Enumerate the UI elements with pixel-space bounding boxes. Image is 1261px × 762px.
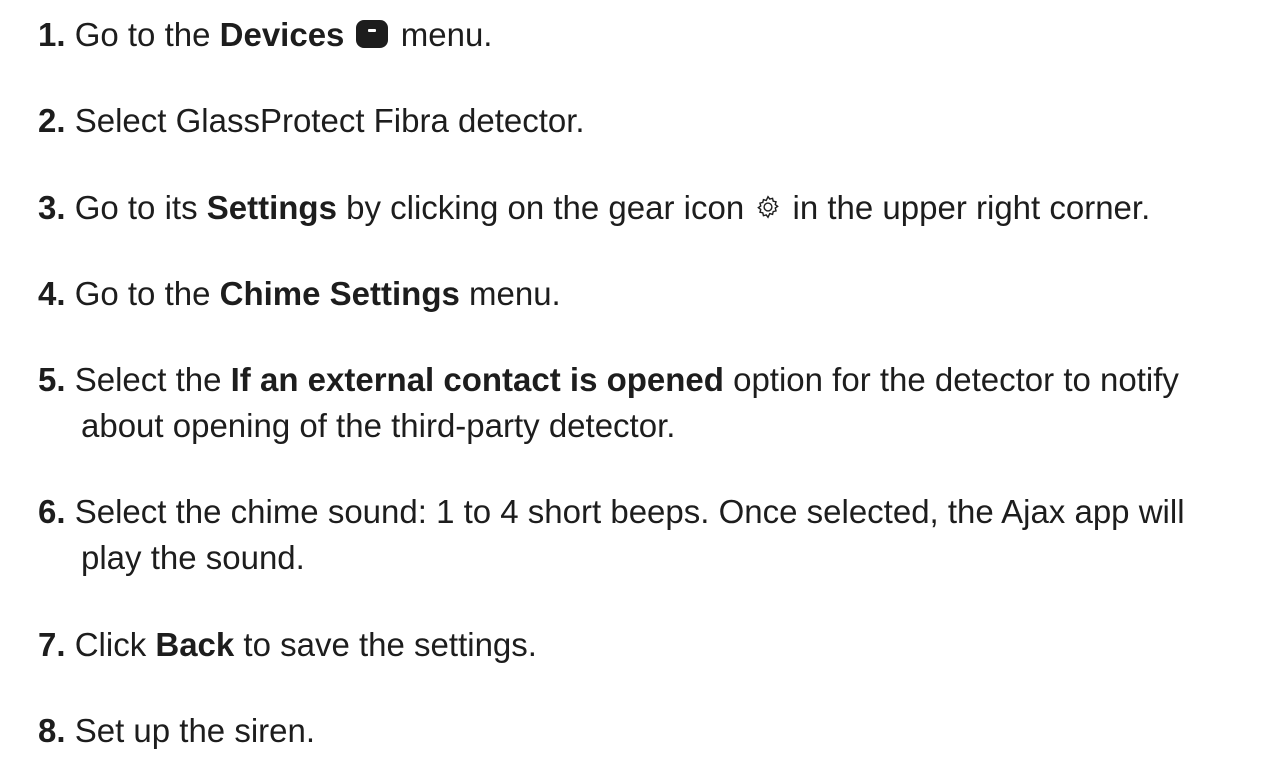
gear-icon — [757, 195, 780, 219]
external-contact-option-label: If an external contact is opened — [230, 361, 724, 398]
step-1: 1. Go to the Devices menu. — [38, 12, 1241, 58]
step-text: Select the — [74, 361, 231, 398]
devices-icon — [355, 20, 388, 48]
step-5: 5. Select the If an external contact is … — [38, 357, 1241, 449]
step-text: Set up the siren. — [74, 712, 316, 749]
step-text-continued: about opening of the third-party detecto… — [81, 407, 676, 444]
step-text: by clicking on the gear icon — [336, 189, 754, 226]
step-text: menu. — [391, 16, 493, 53]
step-number: 4. — [38, 275, 66, 312]
devices-menu-label: Devices — [219, 16, 345, 53]
step-6: 6. Select the chime sound: 1 to 4 short … — [38, 489, 1241, 581]
step-text: Go to the — [74, 16, 220, 53]
step-number: 1. — [38, 16, 66, 53]
settings-label: Settings — [206, 189, 337, 226]
step-8: 8. Set up the siren. — [38, 708, 1241, 754]
step-number: 8. — [38, 712, 66, 749]
step-text: Select GlassProtect Fibra detector. — [74, 102, 585, 139]
step-4: 4. Go to the Chime Settings menu. — [38, 271, 1241, 317]
step-text: Go to its — [74, 189, 207, 226]
step-number: 6. — [38, 493, 66, 530]
step-text: option for the detector to notify — [723, 361, 1179, 398]
back-label: Back — [155, 626, 235, 663]
step-text: Click — [74, 626, 156, 663]
step-2: 2. Select GlassProtect Fibra detector. — [38, 98, 1241, 144]
step-number: 5. — [38, 361, 66, 398]
step-number: 2. — [38, 102, 66, 139]
step-3: 3. Go to its Settings by clicking on the… — [38, 185, 1241, 231]
step-7: 7. Click Back to save the settings. — [38, 622, 1241, 668]
step-number: 3. — [38, 189, 66, 226]
instruction-steps: 1. Go to the Devices menu. 2. Select Gla… — [0, 0, 1261, 762]
step-text: in the upper right corner. — [783, 189, 1151, 226]
step-text: Select the chime sound: 1 to 4 short bee… — [74, 493, 1185, 530]
chime-settings-label: Chime Settings — [219, 275, 460, 312]
step-text-continued: play the sound. — [81, 539, 305, 576]
step-number: 7. — [38, 626, 66, 663]
step-text: menu. — [459, 275, 561, 312]
step-text: Go to the — [74, 275, 220, 312]
step-text: to save the settings. — [234, 626, 537, 663]
